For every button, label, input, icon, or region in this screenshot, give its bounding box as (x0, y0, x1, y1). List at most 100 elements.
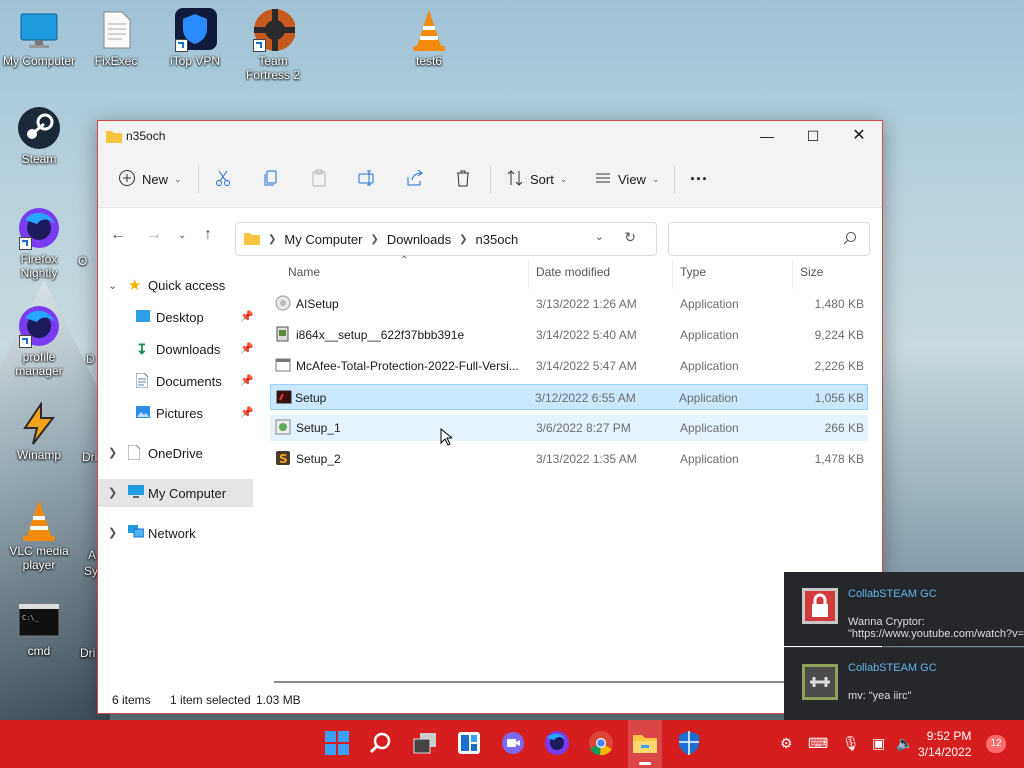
nav-my-computer[interactable]: ❯ My Computer (98, 479, 253, 507)
view-button[interactable]: View ⌄ (594, 165, 660, 193)
installer-icon (275, 295, 291, 311)
more-options-button[interactable]: ··· (690, 165, 708, 193)
file-row-mcafee[interactable]: McAfee-Total-Protection-2022-Full-Versi.… (270, 353, 868, 379)
volume-tray-icon[interactable]: 🔈 (896, 735, 913, 752)
paste-button[interactable] (310, 165, 328, 193)
steam-tray-icon[interactable]: ⚙ (780, 735, 793, 752)
desktop-icon-fixexec[interactable]: FixExec (78, 8, 154, 68)
notification-badge[interactable]: 12 (986, 735, 1006, 753)
nav-network[interactable]: ❯ Network (98, 519, 253, 547)
minimize-button[interactable]: — (744, 121, 790, 151)
desktop-icon-label: test6 (415, 54, 442, 68)
file-row-aisetup[interactable]: AISetup 3/13/2022 1:26 AM Application 1,… (270, 291, 868, 317)
pin-icon[interactable]: 📌 (240, 342, 254, 355)
breadcrumb-downloads[interactable]: Downloads (387, 232, 451, 247)
address-dropdown-icon[interactable]: ⌄ (595, 230, 604, 243)
share-button[interactable] (406, 165, 424, 193)
nav-label: Desktop (156, 310, 204, 325)
file-row-setup-2[interactable]: S Setup_2 3/13/2022 1:35 AM Application … (270, 446, 868, 472)
desktop-icon-steam[interactable]: Steam (1, 106, 77, 166)
copy-button[interactable] (262, 165, 280, 193)
refresh-icon[interactable]: ↻ (624, 229, 636, 246)
pin-icon[interactable]: 📌 (240, 406, 254, 419)
steam-notification[interactable]: CollabSTEAM GC Wanna Cryptor: "https://w… (784, 572, 1024, 646)
desktop-icon-profile-manager[interactable]: profile manager (1, 304, 77, 378)
clock-date: 3/14/2022 (918, 745, 972, 759)
title-bar[interactable]: n35och — ☐ ✕ (98, 121, 882, 151)
mouse-cursor-icon (440, 427, 454, 449)
desktop-icon-my-computer[interactable]: My Computer (1, 8, 77, 68)
desktop-icon-vlc[interactable]: VLC media player (1, 498, 77, 572)
up-arrow-icon[interactable]: ↑ (204, 226, 212, 244)
column-header-type[interactable]: Type (680, 265, 706, 291)
chrome-taskbar-button[interactable] (588, 730, 614, 756)
delete-button[interactable] (454, 165, 472, 193)
keyboard-tray-icon[interactable]: ⌨ (808, 735, 828, 752)
forward-arrow-icon[interactable]: → (146, 226, 162, 244)
file-row-setup-1[interactable]: Setup_1 3/6/2022 8:27 PM Application 266… (270, 415, 868, 441)
file-type: Application (680, 359, 739, 373)
microphone-tray-icon[interactable]: 🎙 (842, 735, 860, 752)
file-row-setup[interactable]: Setup 3/12/2022 6:55 AM Application 1,05… (270, 384, 868, 410)
firefox-taskbar-button[interactable] (544, 730, 570, 756)
file-name: McAfee-Total-Protection-2022-Full-Versi.… (296, 359, 519, 373)
breadcrumb-n35och[interactable]: n35och (476, 232, 519, 247)
task-view-button[interactable] (412, 730, 438, 756)
new-button[interactable]: New ⌄ (118, 165, 182, 193)
column-header-name[interactable]: Name (288, 265, 320, 291)
notification-sender: CollabSTEAM GC (848, 588, 937, 600)
search-input[interactable] (668, 222, 870, 256)
chevron-down-icon: ⌄ (174, 173, 182, 184)
clipboard-icon (310, 169, 328, 190)
maximize-button[interactable]: ☐ (790, 121, 836, 151)
nav-documents[interactable]: Documents 📌 (98, 367, 254, 395)
nav-onedrive[interactable]: ❯ OneDrive (98, 439, 253, 467)
navigation-bar: ← → ⌄ ↑ ❯ My Computer ❯ Downloads ❯ n35o… (98, 208, 882, 260)
network-tray-icon[interactable]: ▣ (872, 735, 885, 752)
pin-icon[interactable]: 📌 (240, 310, 254, 323)
desktop-icon-itop-vpn[interactable]: iTop VPN (157, 8, 233, 68)
vlc-cone-icon (407, 8, 451, 52)
pin-icon[interactable]: 📌 (240, 374, 254, 387)
setup-app-icon (276, 389, 292, 405)
file-explorer-window[interactable]: n35och — ☐ ✕ New ⌄ Sort ⌄ View ⌄ ··· ← →… (97, 120, 883, 714)
breadcrumb-my-computer[interactable]: My Computer (284, 232, 362, 247)
sort-icon (506, 169, 524, 190)
desktop-icon-test6[interactable]: test6 (391, 8, 467, 68)
recent-chevron-icon[interactable]: ⌄ (178, 230, 186, 241)
widgets-button[interactable] (456, 730, 482, 756)
group-avatar-icon (802, 664, 838, 700)
desktop-icon-cmd[interactable]: C:\_ cmd (1, 598, 77, 658)
file-explorer-taskbar-button[interactable] (632, 730, 658, 756)
clock[interactable]: 9:52 PM 3/14/2022 (918, 728, 971, 760)
desktop-icon-winamp[interactable]: Winamp (1, 402, 77, 462)
nav-desktop[interactable]: Desktop 📌 (98, 303, 254, 331)
teams-chat-button[interactable] (500, 730, 526, 756)
desktop-icon-tf2[interactable]: Team Fortress 2 (235, 8, 311, 82)
svg-text:S: S (279, 452, 288, 466)
desktop-icon-label: Firefox Nightly (20, 252, 58, 280)
steam-notification[interactable]: CollabSTEAM GC mv: "yea iirc" (784, 647, 1024, 720)
search-button[interactable] (368, 730, 394, 756)
horizontal-scrollbar[interactable] (274, 681, 834, 683)
rename-button[interactable] (358, 165, 376, 193)
nav-quick-access[interactable]: ⌄ ★ Quick access (98, 271, 253, 299)
desktop-icon-firefox-nightly[interactable]: Firefox Nightly (1, 206, 77, 280)
address-bar[interactable]: ❯ My Computer ❯ Downloads ❯ n35och ⌄ ↻ (235, 222, 657, 256)
security-taskbar-button[interactable] (676, 730, 702, 756)
toolbar-divider (198, 165, 199, 193)
start-button[interactable] (324, 730, 350, 756)
column-header-date[interactable]: Date modified (536, 265, 610, 291)
file-name: Setup_2 (296, 452, 341, 466)
nav-downloads[interactable]: ↧ Downloads 📌 (98, 335, 254, 363)
firefox-icon (17, 304, 61, 348)
sort-button[interactable]: Sort ⌄ (506, 165, 567, 193)
file-row-i864x-setup[interactable]: i864x__setup__622f37bbb391e 3/14/2022 5:… (270, 322, 868, 348)
file-date: 3/12/2022 6:55 AM (535, 391, 636, 405)
back-arrow-icon[interactable]: ← (110, 226, 126, 244)
column-header-size[interactable]: Size (800, 265, 823, 291)
setup-disc-icon (275, 419, 291, 435)
close-button[interactable]: ✕ (836, 121, 882, 151)
nav-pictures[interactable]: Pictures 📌 (98, 399, 254, 427)
cut-button[interactable] (214, 165, 232, 193)
